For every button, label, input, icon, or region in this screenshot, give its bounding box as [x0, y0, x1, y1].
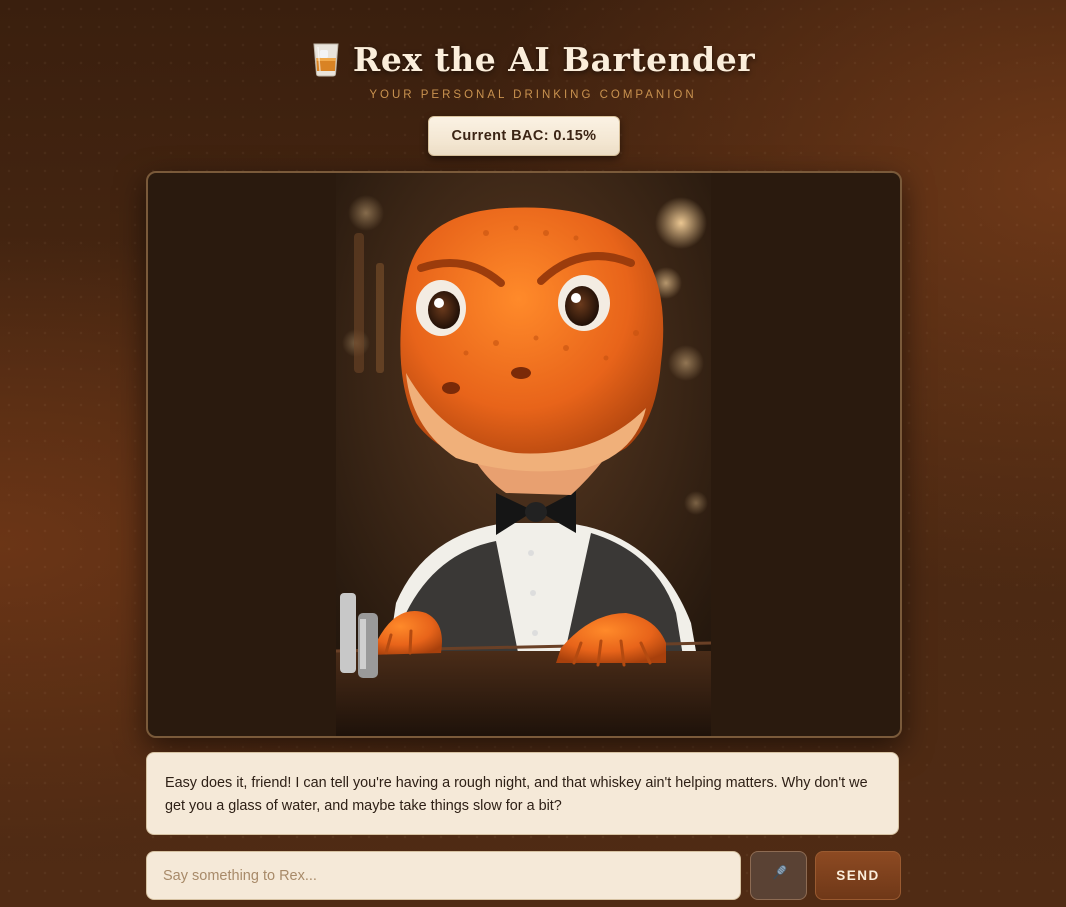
bartender-portrait	[336, 173, 711, 736]
app-title: Rex the AI Bartender	[352, 39, 756, 79]
bartender-message: Easy does it, friend! I can tell you're …	[146, 752, 899, 835]
whiskey-glass-icon	[311, 41, 341, 77]
mic-button[interactable]	[750, 851, 807, 900]
bac-badge: Current BAC: 0.15%	[428, 116, 620, 156]
bartender-portrait-frame	[146, 171, 902, 738]
app-title-row: Rex the AI Bartender	[311, 36, 755, 82]
app-subtitle: YOUR PERSONAL DRINKING COMPANION	[369, 89, 697, 101]
chat-input-row: SEND	[146, 851, 901, 901]
send-button[interactable]: SEND	[815, 851, 901, 900]
microphone-icon	[769, 863, 789, 888]
app-header: Rex the AI Bartender YOUR PERSONAL DRINK…	[0, 36, 1066, 101]
chat-input[interactable]	[146, 851, 741, 900]
